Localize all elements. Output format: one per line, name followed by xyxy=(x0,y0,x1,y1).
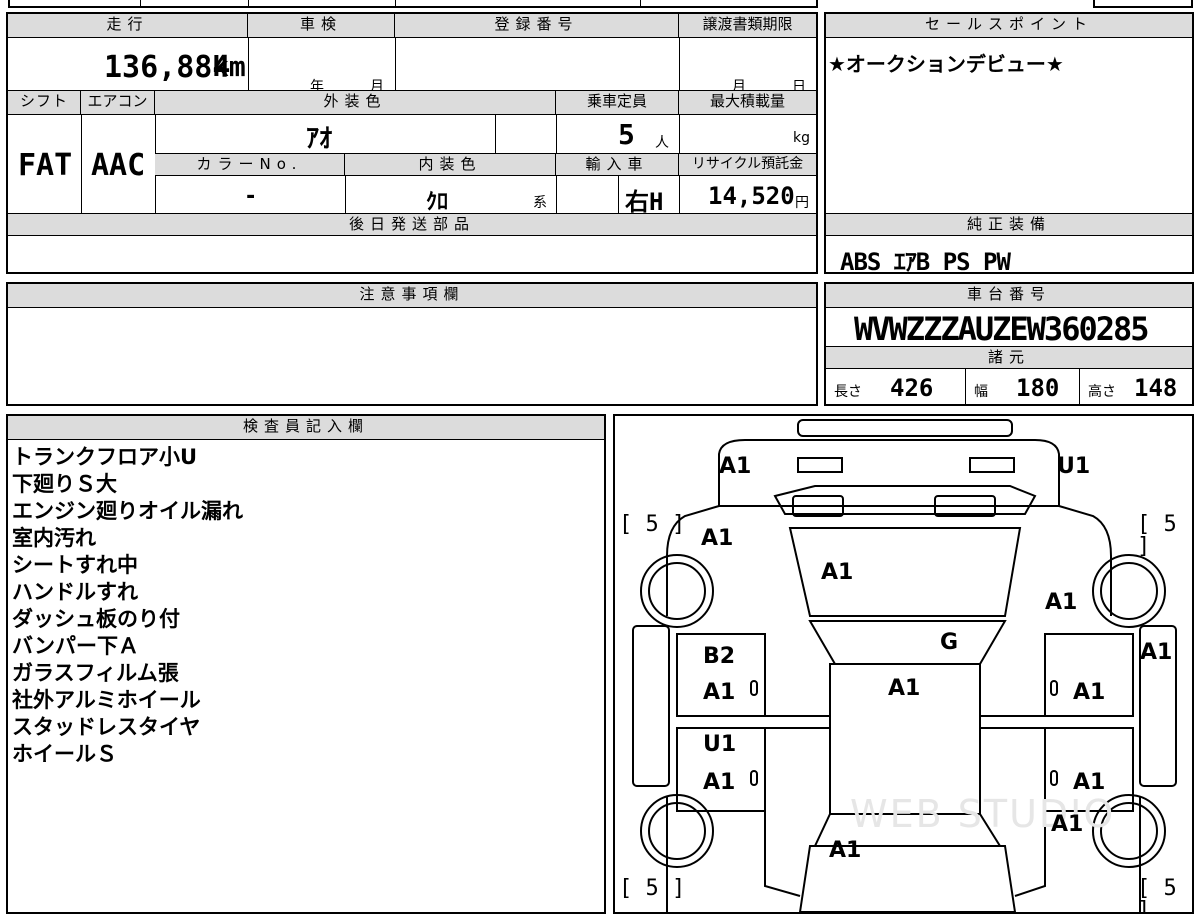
mark-roof-glass: G xyxy=(940,630,959,655)
inspector-note: ホイールＳ xyxy=(12,742,117,766)
chassis-value: WVWZZZAUZEW360285 xyxy=(854,310,1150,348)
equipment-value: ABS ｴｱB PS PW xyxy=(840,248,1011,276)
recycle-fee-unit: 円 xyxy=(795,195,809,211)
inspector-note: スタッドレスタイヤ xyxy=(12,715,201,739)
mark-roof: A1 xyxy=(888,676,921,701)
interior-color-value: ｸﾛ xyxy=(426,190,449,215)
registration-label: 登録番号 xyxy=(395,14,679,38)
later-parts-label: 後日発送部品 xyxy=(8,214,816,236)
inspection-label: 車検 xyxy=(248,14,395,38)
inspector-note: 社外アルミホイール xyxy=(12,688,201,712)
max-load-label: 最大積載量 xyxy=(679,91,816,115)
aircon-value: AAC xyxy=(91,148,146,183)
capacity-label: 乗車定員 xyxy=(556,91,679,115)
max-load-unit: kg xyxy=(793,130,810,146)
mark-rear-right: U1 xyxy=(1057,454,1091,479)
mark-right-quarter: A1 xyxy=(1140,640,1173,665)
mark-left-rear-door-2: A1 xyxy=(703,680,736,705)
capacity-value: 5 xyxy=(618,118,635,151)
tire-depth-rear-left: [ 5 ] xyxy=(619,512,686,537)
chassis-panel: 車台番号 WVWZZZAUZEW360285 諸元 長さ 426 幅 180 高… xyxy=(824,282,1194,406)
aircon-label: エアコン xyxy=(81,91,155,115)
top-cropped-row xyxy=(8,0,818,8)
mark-hood: A1 xyxy=(829,838,862,863)
equipment-label: 純正装備 xyxy=(826,214,1192,236)
height-value: 148 xyxy=(1134,374,1178,402)
mark-rear-door-top: A1 xyxy=(701,526,734,551)
length-value: 426 xyxy=(890,374,934,402)
mark-left-front-door-2: A1 xyxy=(703,770,736,795)
caution-panel: 注意事項欄 xyxy=(6,282,818,406)
tire-depth-rear-right: [ 5 ] xyxy=(1137,512,1177,559)
specs-label: 諸元 xyxy=(826,347,1192,369)
sales-point-label: セールスポイント xyxy=(826,14,1192,38)
inspector-note: トランクフロア小U xyxy=(12,445,198,469)
caution-label: 注意事項欄 xyxy=(8,284,816,308)
inspector-notes-panel: 検査員記入欄 トランクフロア小U 下廻りＳ大 エンジン廻りオイル漏れ 室内汚れ … xyxy=(6,414,606,914)
inspector-label: 検査員記入欄 xyxy=(8,416,604,440)
tire-depth-front-left: [ 5 ] xyxy=(619,876,686,901)
color-no-label: カラーNo. xyxy=(155,154,345,176)
import-label: 輸入車 xyxy=(556,154,679,176)
tire-depth-front-right: [ 5 ] xyxy=(1137,876,1177,914)
inspector-note: ダッシュ板のり付 xyxy=(12,607,180,631)
vehicle-info-table: 走行 車検 登録番号 譲渡書類期限 136,884 km 年 月 月 日 シフト… xyxy=(6,12,818,274)
height-label: 高さ xyxy=(1088,384,1116,400)
color-no-value: - xyxy=(244,184,258,209)
mileage-label: 走行 xyxy=(8,14,248,38)
exterior-color-value: ｱｵ xyxy=(306,124,333,154)
inspector-note: エンジン廻りオイル漏れ xyxy=(12,499,243,523)
damage-diagram-panel: WEB STUDIO [ 5 ] [ 5 ] [ 5 ] [ 5 ] A1 U1… xyxy=(613,414,1194,914)
capacity-unit: 人 xyxy=(655,135,669,151)
recycle-fee-label: リサイクル預託金 xyxy=(679,154,816,176)
sales-point-text: ★オークションデビュー★ xyxy=(828,52,1064,76)
inspector-note: ハンドルすれ xyxy=(12,580,138,604)
mark-left-front-door-1: U1 xyxy=(703,732,737,757)
inspector-notes-list: トランクフロア小U 下廻りＳ大 エンジン廻りオイル漏れ 室内汚れ シートすれ中 … xyxy=(12,444,243,768)
mileage-unit: km xyxy=(212,50,246,83)
mark-rear-left: A1 xyxy=(719,454,752,479)
interior-color-label: 内装色 xyxy=(345,154,556,176)
shift-label: シフト xyxy=(8,91,81,115)
mark-right-front-door: A1 xyxy=(1073,770,1106,795)
inspector-note: 室内汚れ xyxy=(12,526,96,550)
shift-value: FAT xyxy=(18,148,73,183)
chassis-label: 車台番号 xyxy=(826,284,1192,308)
inspector-note: ガラスフィルム張 xyxy=(12,661,179,685)
length-label: 長さ xyxy=(834,384,862,400)
recycle-fee-value: 14,520 xyxy=(708,182,795,210)
mark-right-rear-door: A1 xyxy=(1073,680,1106,705)
car-outline-diagram xyxy=(632,419,1177,912)
mark-rear-glass: A1 xyxy=(821,560,854,585)
exterior-color-label: 外装色 xyxy=(155,91,556,115)
width-label: 幅 xyxy=(974,384,988,400)
mark-right-front-fender: A1 xyxy=(1051,812,1084,837)
inspector-note: 下廻りＳ大 xyxy=(12,472,117,496)
transfer-deadline-label: 譲渡書類期限 xyxy=(679,14,816,38)
import-value: 右H xyxy=(625,188,664,216)
top-cropped-box xyxy=(1093,0,1193,8)
mark-right-rear-fender: A1 xyxy=(1045,590,1078,615)
sales-point-panel: セールスポイント ★オークションデビュー★ 純正装備 ABS ｴｱB PS PW xyxy=(824,12,1194,276)
interior-color-suffix: 系 xyxy=(533,195,547,211)
mark-left-rear-door-1: B2 xyxy=(703,644,736,669)
inspector-note: バンパー下Ａ xyxy=(12,634,140,658)
inspector-note: シートすれ中 xyxy=(12,553,138,577)
width-value: 180 xyxy=(1016,374,1060,402)
